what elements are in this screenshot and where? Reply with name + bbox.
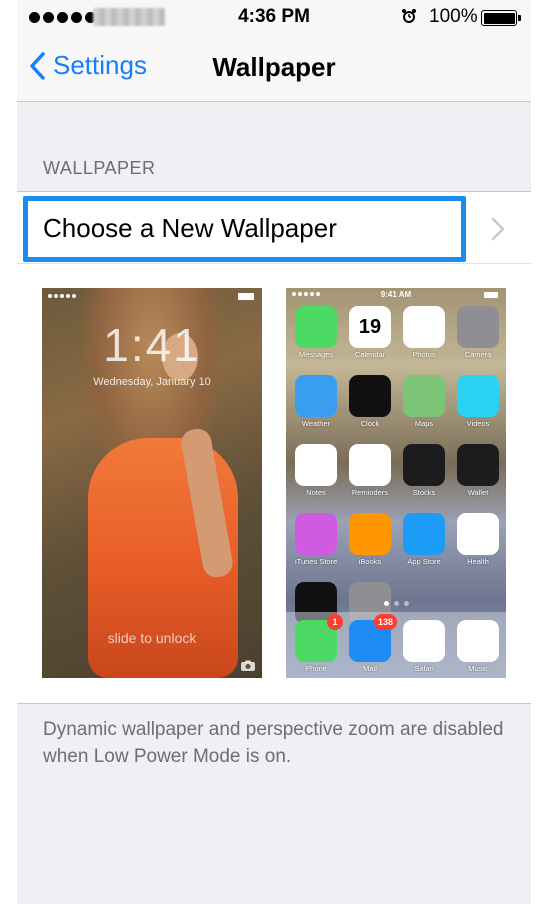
- app-grid: Messages 19 Calendar Photos Camera Weather Clo…: [295, 306, 499, 635]
- wallet-icon: [457, 444, 499, 486]
- app-label: Mail: [363, 664, 377, 673]
- app-music: Music: [457, 620, 499, 673]
- ibooks-icon: [349, 513, 391, 555]
- music-icon: [457, 620, 499, 662]
- app-wallet: Wallet: [457, 444, 499, 497]
- app-ibooks: iBooks: [349, 513, 391, 566]
- photos-icon: [403, 306, 445, 348]
- page-title: Wallpaper: [212, 52, 336, 82]
- row-label: Choose a New Wallpaper: [43, 213, 337, 243]
- app-label: Calendar: [354, 350, 386, 359]
- app-label: Weather: [301, 419, 331, 428]
- camera-icon: [457, 306, 499, 348]
- app-label: Videos: [466, 419, 490, 428]
- app-itunes: iTunes Store: [295, 513, 337, 566]
- camera-icon: [241, 660, 255, 671]
- app-label: Maps: [414, 419, 434, 428]
- slide-to-unlock-text: slide to unlock: [107, 630, 197, 646]
- home-screen-preview[interactable]: 9:41 AM Messages 19 Calendar Photos Camera We…: [286, 288, 506, 678]
- calendar-icon: 19: [349, 306, 391, 348]
- home-status-bar: 9:41 AM: [286, 288, 506, 300]
- page-indicator: [286, 601, 506, 606]
- notification-badge: 138: [373, 614, 397, 630]
- notes-icon: [295, 444, 337, 486]
- battery-percentage: 100%: [429, 6, 478, 27]
- app-label: Wallet: [467, 488, 489, 497]
- weather-icon: [295, 375, 337, 417]
- app-label: App Store: [407, 557, 441, 566]
- app-label: Photos: [412, 350, 436, 359]
- app-label: Reminders: [351, 488, 389, 497]
- battery-icon: [238, 293, 254, 300]
- notification-badge: 1: [327, 614, 343, 630]
- navigation-bar: Settings Wallpaper: [17, 34, 531, 102]
- app-label: iBooks: [358, 557, 382, 566]
- app-clock: Clock: [349, 375, 391, 428]
- app-label: Music: [468, 664, 488, 673]
- wallpaper-previews: 1:41 Wednesday, January 10 slide to unlo…: [17, 264, 531, 704]
- status-bar: 4:36 PM 100%: [17, 0, 531, 34]
- alarm-icon: [402, 9, 416, 23]
- dock: 1 Phone 138 Mail Safari Music: [286, 612, 506, 678]
- app-messages: Messages: [295, 306, 337, 359]
- app-reminders: Reminders: [349, 444, 391, 497]
- app-weather: Weather: [295, 375, 337, 428]
- app-phone: 1 Phone: [295, 614, 343, 673]
- app-appstore: App Store: [403, 513, 445, 566]
- app-label: Camera: [464, 350, 492, 359]
- battery-icon: [484, 292, 498, 298]
- videos-icon: [457, 375, 499, 417]
- mail-icon: 138: [349, 614, 397, 662]
- safari-icon: [403, 620, 445, 662]
- app-label: Notes: [306, 488, 326, 497]
- appstore-icon: [403, 513, 445, 555]
- app-camera: Camera: [457, 306, 499, 359]
- maps-icon: [403, 375, 445, 417]
- lock-screen-preview[interactable]: 1:41 Wednesday, January 10 slide to unlo…: [42, 288, 262, 678]
- itunes-icon: [295, 513, 337, 555]
- app-calendar: 19 Calendar: [349, 306, 391, 359]
- app-safari: Safari: [403, 620, 445, 673]
- clock-icon: [349, 375, 391, 417]
- lock-screen-time: 1:41: [103, 319, 201, 371]
- choose-new-wallpaper-row[interactable]: Choose a New Wallpaper: [17, 191, 531, 264]
- app-label: Health: [467, 557, 489, 566]
- app-label: Stocks: [412, 488, 436, 497]
- signal-strength-icon: [48, 294, 76, 298]
- dock-grid: 1 Phone 138 Mail Safari Music: [295, 614, 499, 673]
- app-health: Health: [457, 513, 499, 566]
- section-header: WALLPAPER: [43, 158, 156, 178]
- app-label: iTunes Store: [295, 557, 338, 566]
- settings-screen: 4:36 PM 100% Settings Wallpaper WALLPAPE…: [17, 0, 531, 904]
- app-mail: 138 Mail: [349, 614, 397, 673]
- app-label: Clock: [360, 419, 380, 428]
- app-maps: Maps: [403, 375, 445, 428]
- stocks-icon: [403, 444, 445, 486]
- app-label: Phone: [305, 664, 327, 673]
- phone-icon: 1: [295, 614, 343, 662]
- health-icon: [457, 513, 499, 555]
- app-videos: Videos: [457, 375, 499, 428]
- app-photos: Photos: [403, 306, 445, 359]
- lock-screen-date: Wednesday, January 10: [93, 376, 211, 388]
- low-power-mode-note: Dynamic wallpaper and perspective zoom a…: [43, 719, 504, 767]
- messages-icon: [295, 306, 337, 348]
- chevron-right-icon: [491, 217, 505, 241]
- home-screen-time: 9:41 AM: [380, 290, 412, 299]
- battery-icon: [481, 10, 521, 26]
- app-stocks: Stocks: [403, 444, 445, 497]
- app-label: Safari: [414, 664, 434, 673]
- app-label: Messages: [298, 350, 334, 359]
- reminders-icon: [349, 444, 391, 486]
- app-notes: Notes: [295, 444, 337, 497]
